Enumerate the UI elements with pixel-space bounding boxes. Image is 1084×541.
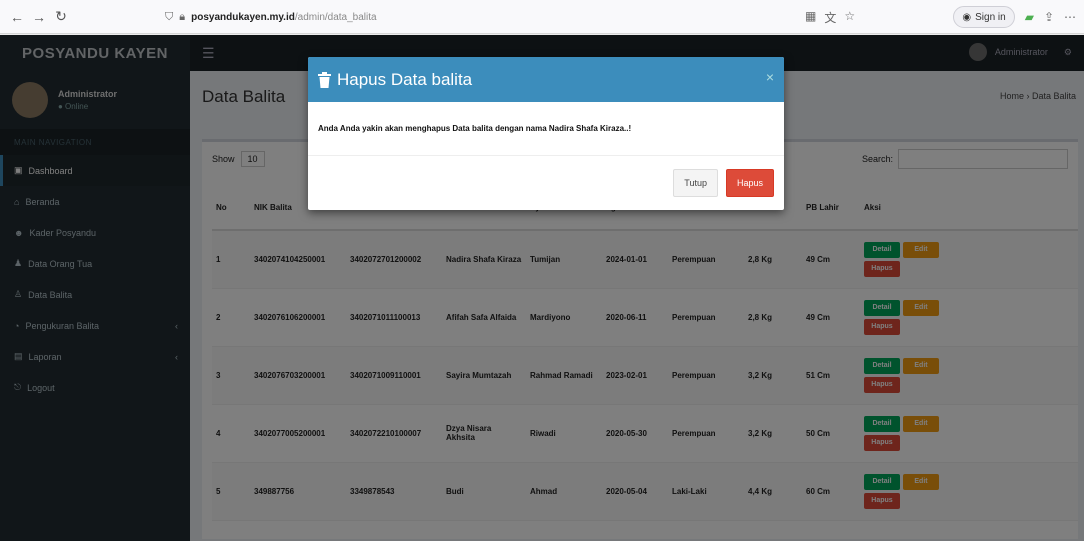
menu-icon[interactable]: ⋯ [1064,10,1076,24]
confirm-delete-button[interactable]: Hapus [725,169,774,197]
reload-icon[interactable]: ↻ [50,6,72,28]
sign-in-label: Sign in [975,11,1006,23]
qr-icon[interactable]: ▦ [805,9,816,26]
bookmark-star-icon[interactable]: ☆ [844,9,855,26]
back-icon[interactable]: ← [6,6,28,28]
browser-toolbar: ← → ↻ ⛉ 🔒︎ posyandukayen.my.id /admin/da… [0,0,1084,34]
delete-modal: Hapus Data balita × Anda Anda yakin akan… [308,57,784,210]
sign-in-button[interactable]: ◉ Sign in [953,6,1015,28]
forward-icon[interactable]: → [28,6,50,28]
modal-title: Hapus Data balita [337,69,473,89]
modal-message: Anda Anda yakin akan menghapus Data bali… [308,102,784,156]
address-bar[interactable]: ⛉ 🔒︎ posyandukayen.my.id /admin/data_bal… [165,6,891,28]
modal-header: Hapus Data balita × [308,57,784,102]
close-button[interactable]: Tutup [673,169,718,197]
extension-icon[interactable]: ▰ [1025,10,1034,24]
close-icon[interactable]: × [766,69,774,85]
trash-icon [318,71,331,88]
url-path: /admin/data_balita [294,11,377,23]
modal-footer: Tutup Hapus [308,156,784,210]
share-icon[interactable]: ⇪ [1044,10,1054,24]
shield-icon: ⛉ [165,10,174,23]
translate-icon[interactable]: 文 [824,9,836,26]
account-icon: ◉ [962,11,972,23]
url-host: posyandukayen.my.id [191,11,295,23]
lock-icon: 🔒︎ [179,10,186,23]
